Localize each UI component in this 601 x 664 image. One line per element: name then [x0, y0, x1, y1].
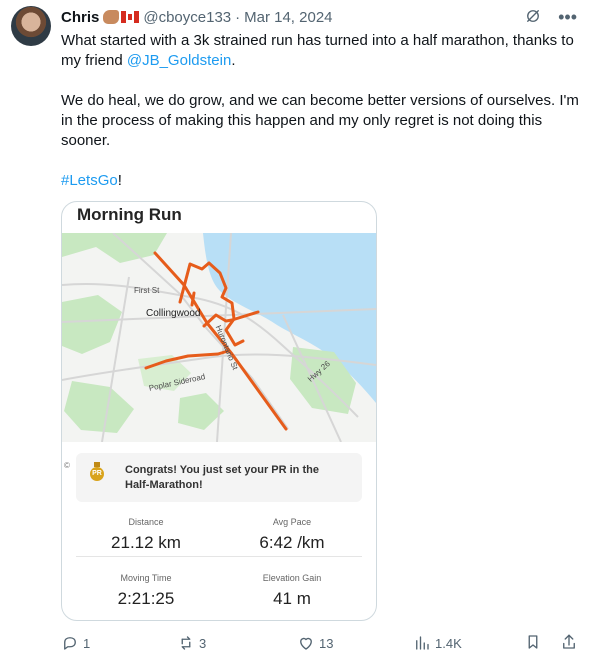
metric-moving-time: Moving Time 2:21:25 — [76, 573, 216, 609]
metric-label: Elevation Gain — [262, 573, 322, 583]
metrics-divider — [76, 556, 362, 557]
bookmark-icon[interactable] — [524, 633, 542, 651]
metric-value: 41 m — [273, 589, 311, 608]
views-action[interactable]: 1.4K — [413, 633, 462, 653]
repost-icon — [181, 636, 191, 650]
repost-action[interactable]: 3 — [177, 633, 206, 653]
reply-count: 1 — [83, 635, 91, 651]
run-card[interactable]: Morning Run First St Collingwood Huronta… — [61, 201, 377, 621]
like-count: 13 — [319, 635, 334, 651]
author-handle[interactable]: @cboyce133 — [143, 9, 231, 26]
post-date[interactable]: Mar 14, 2024 — [244, 9, 332, 26]
reply-icon — [64, 637, 76, 650]
metric-value: 21.12 km — [111, 533, 181, 552]
separator: · — [235, 8, 241, 26]
post-paragraph-1: What started with a 3k strained run has … — [61, 31, 581, 71]
hashtag-link[interactable]: #LetsGo — [61, 172, 118, 189]
heart-icon — [300, 637, 312, 650]
metric-label: Distance — [128, 517, 164, 527]
metric-value: 2:21:25 — [117, 589, 175, 608]
map-label-city: Collingwood — [146, 308, 201, 319]
avatar[interactable] — [11, 6, 51, 46]
route-small-spur — [190, 291, 196, 307]
metric-elevation-gain: Elevation Gain 41 m — [222, 573, 362, 609]
metric-distance: Distance 21.12 km — [76, 517, 216, 553]
share-icon[interactable] — [560, 633, 578, 651]
achievement-banner: PR Congrats! You just set your PR in the… — [76, 453, 362, 502]
grok-icon[interactable] — [524, 7, 542, 25]
hashtag-suffix: ! — [117, 172, 122, 189]
map-attribution: © — [64, 461, 70, 470]
like-action[interactable]: 13 — [297, 633, 333, 653]
views-count: 1.4K — [435, 635, 462, 651]
mention-link[interactable]: @JB_Goldstein — [127, 52, 231, 69]
flexed-biceps-icon — [103, 10, 120, 24]
achievement-text: Congrats! You just set your PR in the Ha… — [125, 464, 319, 491]
post-text: What started with a 3k strained run has … — [61, 31, 581, 191]
metric-label: Avg Pace — [272, 517, 312, 527]
metric-value: 6:42 /km — [259, 533, 325, 552]
post-text-period: . — [231, 52, 236, 69]
post-paragraph-2: We do heal, we do grow, and we can becom… — [61, 92, 579, 149]
metric-avg-pace: Avg Pace 6:42 /km — [222, 517, 362, 553]
repost-count: 3 — [199, 635, 207, 651]
author-emoji — [103, 10, 140, 24]
post-top-actions: ••• — [524, 7, 577, 28]
metric-label: Moving Time — [120, 573, 172, 583]
reply-action[interactable]: 1 — [61, 633, 90, 653]
views-icon — [416, 636, 429, 650]
post-secondary-actions — [524, 633, 578, 651]
more-icon[interactable]: ••• — [558, 7, 577, 28]
run-title: Morning Run — [77, 205, 182, 224]
post-paragraph-3: #LetsGo! — [61, 171, 581, 191]
route-map[interactable]: First St Collingwood Hurontario St Popla… — [62, 232, 376, 470]
canada-flag-icon — [121, 11, 140, 23]
map-label-first-st: First St — [134, 286, 160, 295]
medal-icon: PR — [90, 462, 104, 481]
author-name[interactable]: Chris — [61, 9, 99, 26]
post-header: Chris @cboyce133 · Mar 14, 2024 — [61, 7, 333, 27]
